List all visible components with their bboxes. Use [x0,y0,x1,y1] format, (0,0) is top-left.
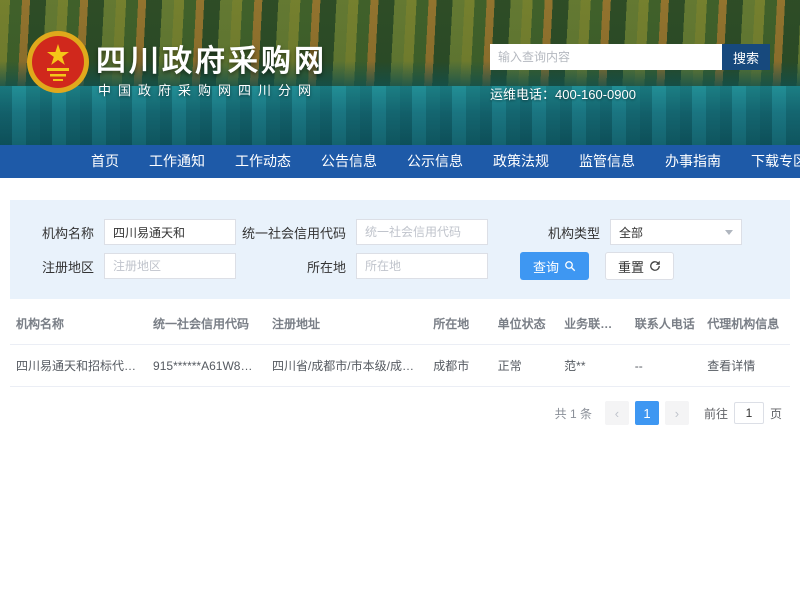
col-header-location: 所在地 [427,303,491,345]
org-name-input[interactable] [104,219,236,245]
location-input[interactable] [356,253,488,279]
prev-page-button[interactable]: ‹ [605,401,629,425]
search-icon [564,260,576,272]
cell-credit-code: 915******A61W8UKXJ [147,345,266,387]
col-header-status: 单位状态 [492,303,559,345]
nav-item-policy[interactable]: 政策法规 [478,145,564,178]
hotline-text: 运维电话：400-160-0900 [490,84,636,103]
nav-item-announce[interactable]: 公告信息 [306,145,392,178]
credit-code-input[interactable] [356,219,488,245]
goto-page-suffix: 页 [770,405,782,422]
reg-area-input[interactable] [104,253,236,279]
query-button[interactable]: 查询 [520,252,589,280]
cell-reg-address: 四川省/成都市/市本级/成都市... [266,345,427,387]
view-detail-link[interactable]: 查看详情 [701,345,790,387]
query-button-label: 查询 [533,257,559,276]
table-row: 四川易通天和招标代理... 915******A61W8UKXJ 四川省/成都市… [10,345,790,387]
col-header-contact: 业务联系人 [558,303,629,345]
cell-contact: 范** [558,345,629,387]
nav-item-updates[interactable]: 工作动态 [220,145,306,178]
results-table: 机构名称 统一社会信用代码 注册地址 所在地 单位状态 业务联系人 联系人电话 … [10,303,790,387]
next-page-button[interactable]: › [665,401,689,425]
cell-org-name[interactable]: 四川易通天和招标代理... [10,345,147,387]
page-number-1[interactable]: 1 [635,401,659,425]
col-header-phone: 联系人电话 [629,303,702,345]
header-search-input[interactable] [490,44,722,70]
chevron-down-icon [725,230,733,235]
site-title: 四川政府采购网 [96,36,327,80]
reg-area-label: 注册地区 [22,257,94,276]
col-header-org-name: 机构名称 [10,303,147,345]
location-label: 所在地 [236,257,346,276]
main-nav: 首页 工作通知 工作动态 公告信息 公示信息 政策法规 监管信息 办事指南 下载… [0,145,800,178]
pagination: 共 1 条 ‹ 1 › 前往 页 [18,401,782,425]
header-search-button[interactable]: 搜索 [722,44,770,70]
pagination-total: 共 1 条 [555,405,592,422]
goto-label: 前往 [704,405,728,422]
nav-item-guide[interactable]: 办事指南 [650,145,736,178]
refresh-icon [649,260,661,272]
cell-location: 成都市 [427,345,491,387]
credit-code-label: 统一社会信用代码 [236,223,346,242]
cell-status: 正常 [492,345,559,387]
col-header-agency-info: 代理机构信息 [701,303,790,345]
site-banner: 四川政府采购网 中国政府采购网四川分网 搜索 运维电话：400-160-0900 [0,0,800,145]
col-header-reg-address: 注册地址 [266,303,427,345]
national-emblem-logo [26,30,90,94]
header-search: 搜索 [490,44,770,70]
org-type-selected-value: 全部 [619,224,643,241]
nav-item-home[interactable]: 首页 [76,145,134,178]
nav-item-publicity[interactable]: 公示信息 [392,145,478,178]
filter-panel: 机构名称 统一社会信用代码 机构类型 全部 注册地区 所在地 查询 [10,200,790,299]
nav-item-notices[interactable]: 工作通知 [134,145,220,178]
org-name-label: 机构名称 [22,223,94,242]
nav-item-download[interactable]: 下载专区 [736,145,800,178]
reset-button[interactable]: 重置 [605,252,674,280]
reset-button-label: 重置 [618,257,644,276]
nav-item-supervise[interactable]: 监管信息 [564,145,650,178]
table-header-row: 机构名称 统一社会信用代码 注册地址 所在地 单位状态 业务联系人 联系人电话 … [10,303,790,345]
cell-phone: -- [629,345,702,387]
org-type-label: 机构类型 [530,223,600,242]
main-content: 机构名称 统一社会信用代码 机构类型 全部 注册地区 所在地 查询 [10,200,790,425]
site-subtitle: 中国政府采购网四川分网 [98,80,318,99]
org-type-select[interactable]: 全部 [610,219,742,245]
goto-page-input[interactable] [734,402,764,424]
col-header-credit-code: 统一社会信用代码 [147,303,266,345]
